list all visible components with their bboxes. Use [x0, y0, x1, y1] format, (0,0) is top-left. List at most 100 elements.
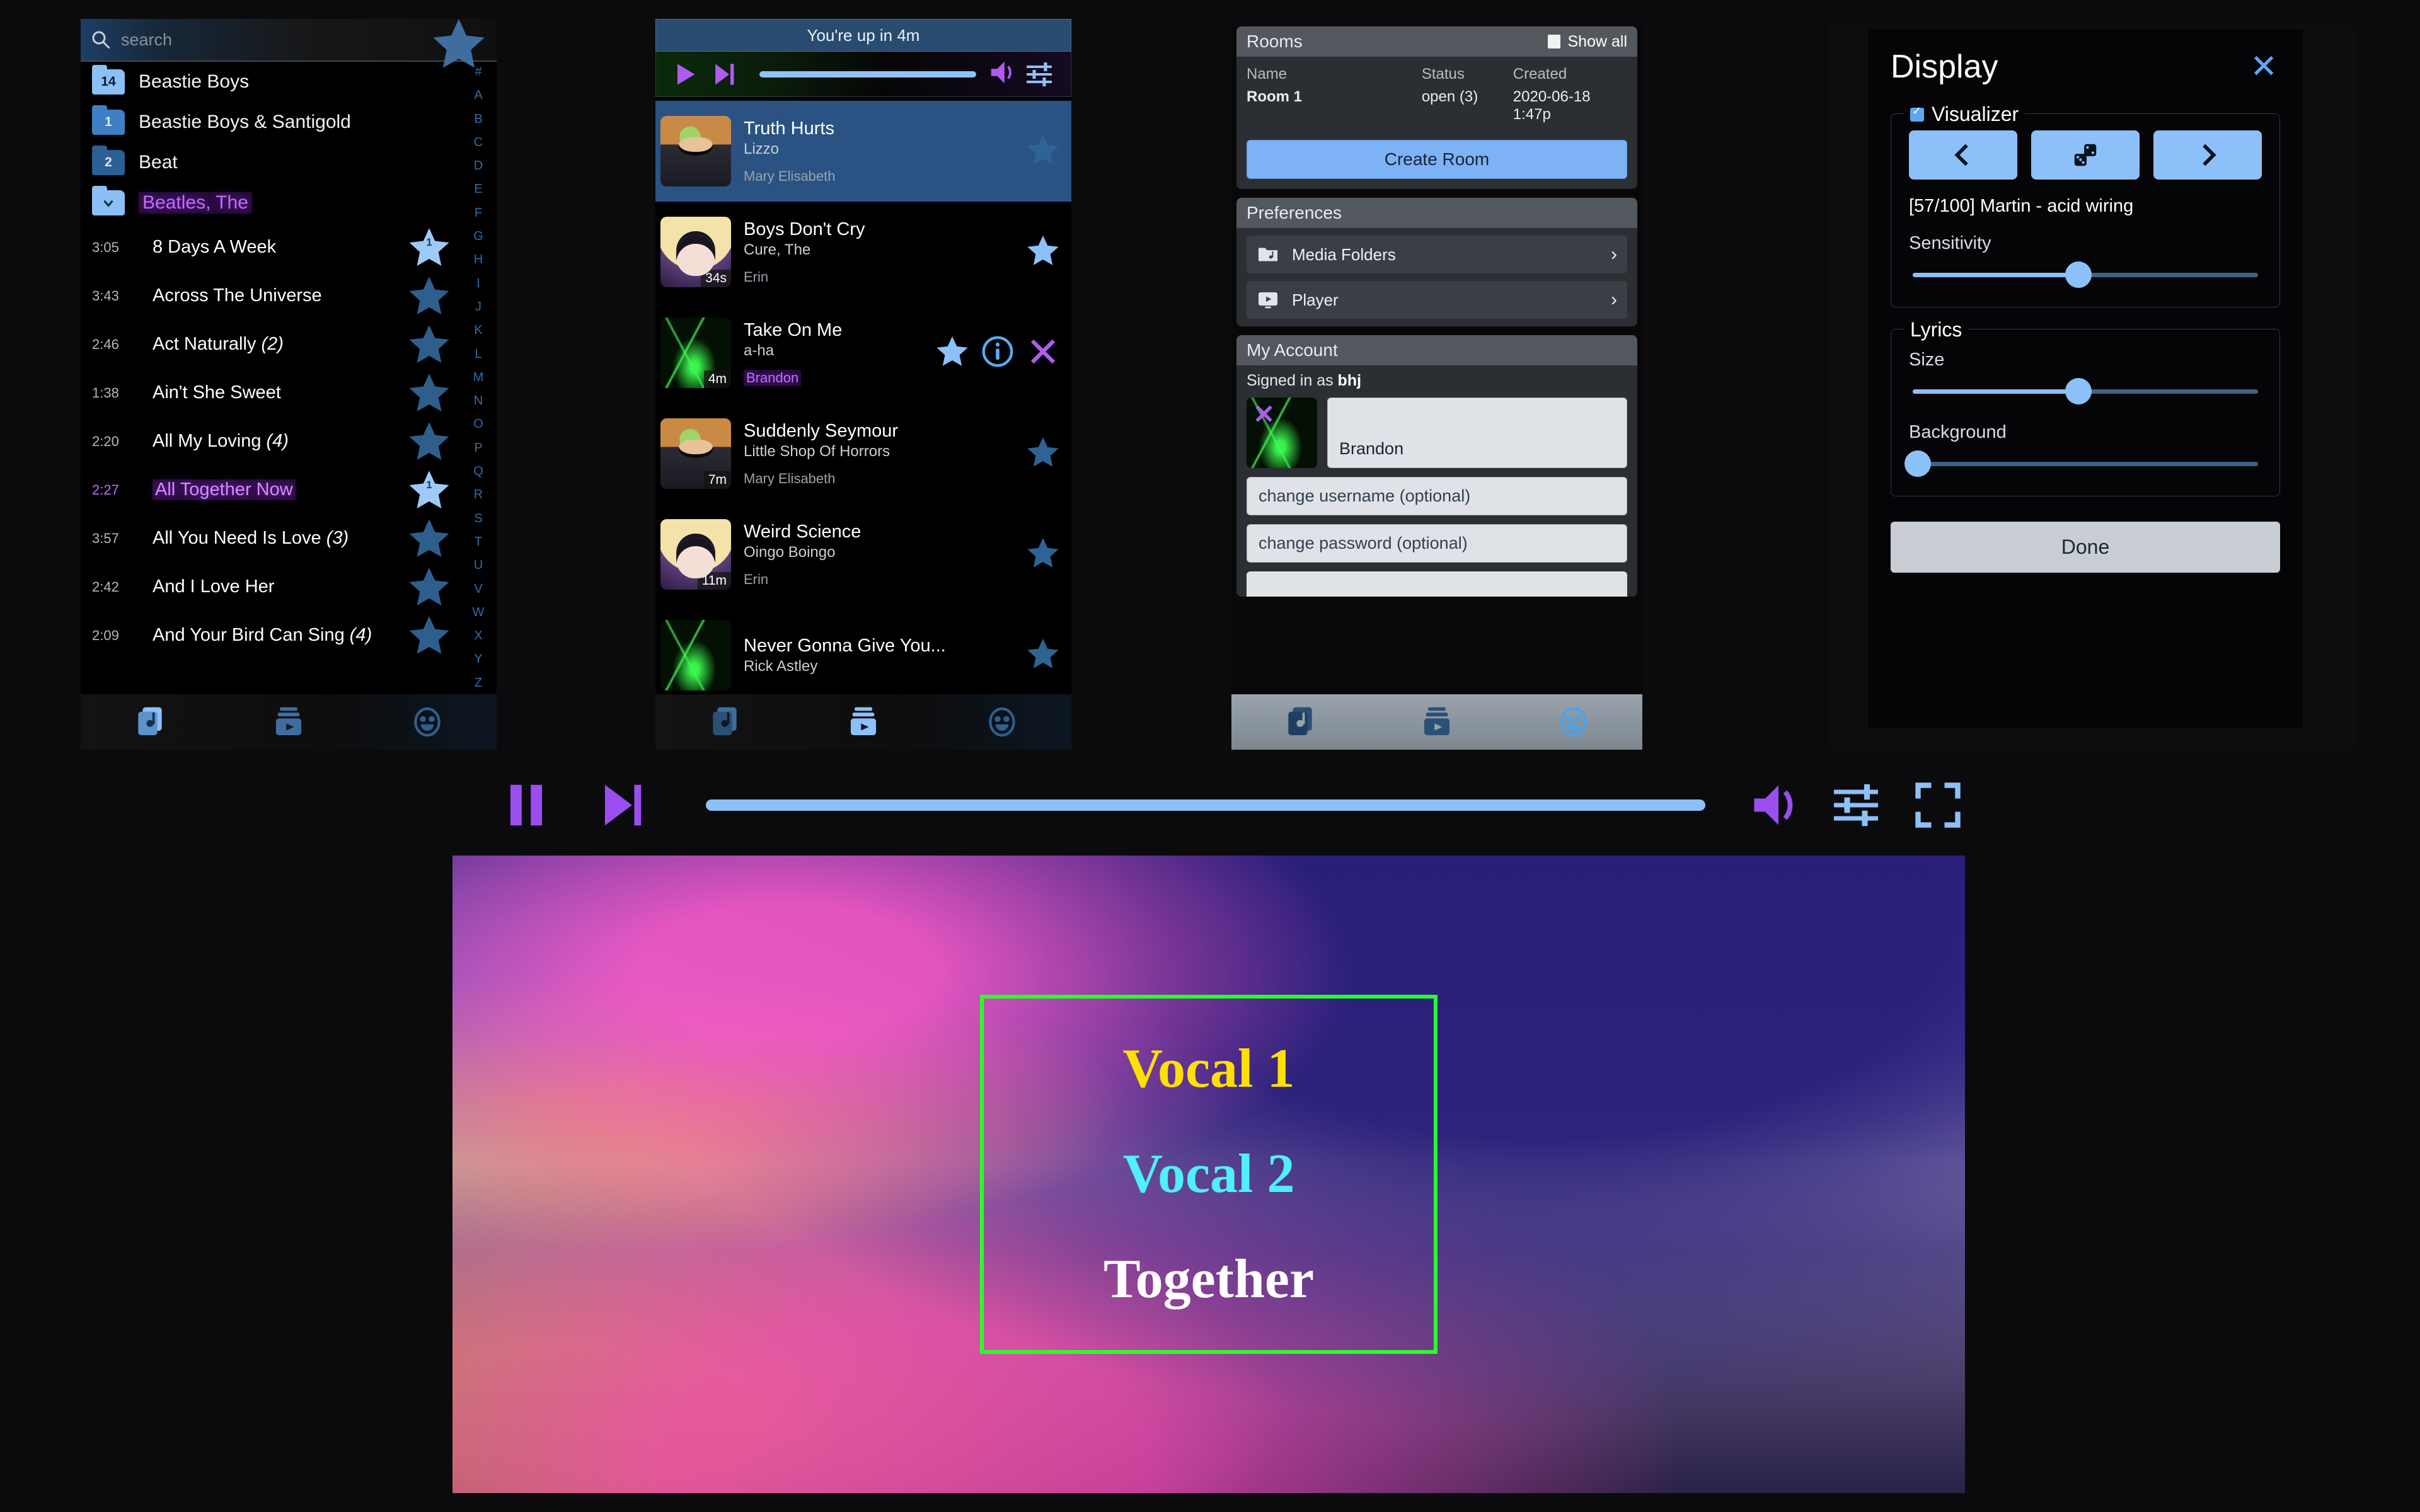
- star-icon[interactable]: [1025, 535, 1061, 575]
- tab-library[interactable]: [1231, 694, 1368, 750]
- seek-slider[interactable]: [706, 799, 1705, 811]
- tab-library[interactable]: [655, 694, 794, 750]
- table-row[interactable]: 3:57 All You Need Is Love (3): [81, 514, 459, 563]
- checkbox-icon[interactable]: [1910, 105, 1924, 122]
- random-preset-button[interactable]: [2031, 130, 2140, 180]
- alpha-index-letter[interactable]: A: [474, 89, 482, 101]
- alpha-index-letter[interactable]: I: [476, 277, 480, 290]
- table-row[interactable]: 2:20 All My Loving (4): [81, 417, 459, 466]
- star-icon[interactable]: [406, 515, 452, 562]
- alpha-index-letter[interactable]: B: [474, 113, 482, 125]
- alpha-index-letter[interactable]: O: [473, 418, 483, 430]
- visualizer-legend[interactable]: Visualizer: [1904, 103, 2025, 126]
- table-row[interactable]: 1:38 Ain't She Sweet: [81, 369, 459, 417]
- list-item[interactable]: Truth Hurts Lizzo Mary Elisabeth: [655, 101, 1071, 202]
- skip-next-icon[interactable]: [704, 60, 743, 88]
- star-icon[interactable]: [406, 321, 452, 368]
- equalizer-icon[interactable]: [1815, 779, 1897, 832]
- alpha-index-letter[interactable]: U: [474, 559, 483, 571]
- lyrics-size-slider[interactable]: [1909, 377, 2262, 406]
- star-icon[interactable]: [406, 612, 452, 659]
- alpha-index-letter[interactable]: X: [474, 629, 482, 642]
- list-item-selected[interactable]: Beatles, The: [81, 183, 459, 223]
- skip-next-icon[interactable]: [573, 778, 668, 832]
- tab-queue[interactable]: [1368, 694, 1505, 750]
- list-item[interactable]: 2 Beat: [81, 142, 459, 183]
- star-icon[interactable]: 1: [406, 467, 452, 513]
- submit-field-partial[interactable]: [1247, 571, 1627, 597]
- list-item[interactable]: 14 Beastie Boys: [81, 62, 459, 102]
- star-icon[interactable]: [1025, 132, 1061, 171]
- tab-library[interactable]: [81, 694, 219, 750]
- alphabet-scrollbar[interactable]: # A B C D E F G H I J K L M N O P Q R S T U V W X Y Z: [464, 66, 493, 689]
- prev-preset-button[interactable]: [1909, 130, 2017, 180]
- star-icon[interactable]: [1025, 636, 1061, 675]
- alpha-index-letter[interactable]: K: [474, 324, 482, 336]
- pause-icon[interactable]: [479, 778, 573, 832]
- star-icon[interactable]: [1025, 232, 1061, 272]
- star-icon[interactable]: [406, 564, 452, 610]
- alpha-index-letter[interactable]: R: [474, 488, 483, 501]
- room-name-link[interactable]: Room 1: [1247, 88, 1422, 123]
- star-icon[interactable]: [1025, 434, 1061, 474]
- table-row[interactable]: Room 1 open (3) 2020-06-18 1:47p: [1247, 86, 1627, 126]
- alpha-index-letter[interactable]: J: [475, 301, 481, 313]
- alpha-index-letter[interactable]: #: [475, 66, 481, 78]
- list-item[interactable]: Never Gonna Give You... Rick Astley: [655, 605, 1071, 694]
- alpha-index-letter[interactable]: L: [475, 348, 481, 360]
- alpha-index-letter[interactable]: N: [474, 394, 483, 407]
- alpha-index-letter[interactable]: G: [473, 230, 483, 243]
- library-list[interactable]: 14 Beastie Boys 1 Beastie Boys & Santigo…: [81, 62, 459, 694]
- star-icon[interactable]: [406, 370, 452, 416]
- volume-icon[interactable]: [988, 58, 1017, 90]
- list-item[interactable]: 1 Beastie Boys & Santigold: [81, 102, 459, 142]
- alpha-index-letter[interactable]: D: [474, 159, 483, 172]
- change-password-field[interactable]: change password (optional): [1247, 524, 1627, 563]
- tab-account[interactable]: [933, 694, 1071, 750]
- sensitivity-slider[interactable]: [1909, 260, 2262, 289]
- equalizer-icon[interactable]: [1017, 59, 1062, 89]
- alpha-index-letter[interactable]: E: [474, 183, 482, 195]
- checkbox-icon[interactable]: [1547, 35, 1560, 49]
- volume-icon[interactable]: [1733, 779, 1815, 832]
- remove-icon[interactable]: [1025, 333, 1061, 373]
- play-icon[interactable]: [665, 60, 704, 88]
- star-icon[interactable]: [406, 273, 452, 319]
- table-row[interactable]: 3:05 8 Days A Week 1: [81, 223, 459, 272]
- pref-item-media-folders[interactable]: Media Folders ›: [1247, 236, 1627, 273]
- alpha-index-letter[interactable]: C: [474, 136, 483, 149]
- tab-account[interactable]: [358, 694, 497, 750]
- table-row[interactable]: 2:42 And I Love Her: [81, 563, 459, 611]
- video-stage[interactable]: Vocal 1 Vocal 2 Together: [452, 856, 1965, 1493]
- mini-seek-slider[interactable]: [759, 71, 976, 77]
- alpha-index-letter[interactable]: P: [474, 442, 482, 454]
- star-icon[interactable]: [406, 418, 452, 465]
- tab-queue[interactable]: [219, 694, 358, 750]
- display-name-field[interactable]: Brandon: [1327, 398, 1627, 468]
- avatar[interactable]: ✕: [1247, 398, 1317, 468]
- tab-account[interactable]: [1506, 694, 1642, 750]
- next-preset-button[interactable]: [2153, 130, 2262, 180]
- alpha-index-letter[interactable]: H: [474, 253, 483, 266]
- list-item[interactable]: 4m Take On Me a-ha Brandon: [655, 302, 1071, 403]
- close-x-icon[interactable]: ✕: [2250, 50, 2278, 83]
- alpha-index-letter[interactable]: M: [473, 371, 484, 384]
- pref-item-player[interactable]: Player ›: [1247, 281, 1627, 319]
- info-icon[interactable]: [979, 333, 1016, 373]
- star-icon[interactable]: [934, 333, 971, 373]
- lyrics-background-slider[interactable]: [1904, 449, 2262, 478]
- alpha-index-letter[interactable]: S: [474, 512, 482, 525]
- table-row-selected[interactable]: 2:27 All Together Now 1: [81, 466, 459, 514]
- table-row[interactable]: 2:09 And Your Bird Can Sing (4): [81, 611, 459, 660]
- star-icon[interactable]: 1: [406, 224, 452, 271]
- alpha-index-letter[interactable]: W: [473, 606, 485, 619]
- alpha-index-letter[interactable]: V: [474, 583, 482, 595]
- done-button[interactable]: Done: [1891, 522, 2280, 573]
- create-room-button[interactable]: Create Room: [1247, 140, 1627, 179]
- alpha-index-letter[interactable]: Y: [474, 653, 482, 665]
- table-row[interactable]: 2:46 Act Naturally (2): [81, 320, 459, 369]
- close-x-icon[interactable]: ✕: [1253, 401, 1275, 428]
- queue-list[interactable]: Truth Hurts Lizzo Mary Elisabeth 34s Boy…: [655, 101, 1071, 694]
- list-item[interactable]: 7m Suddenly Seymour Little Shop Of Horro…: [655, 403, 1071, 504]
- alpha-index-letter[interactable]: Z: [475, 677, 482, 689]
